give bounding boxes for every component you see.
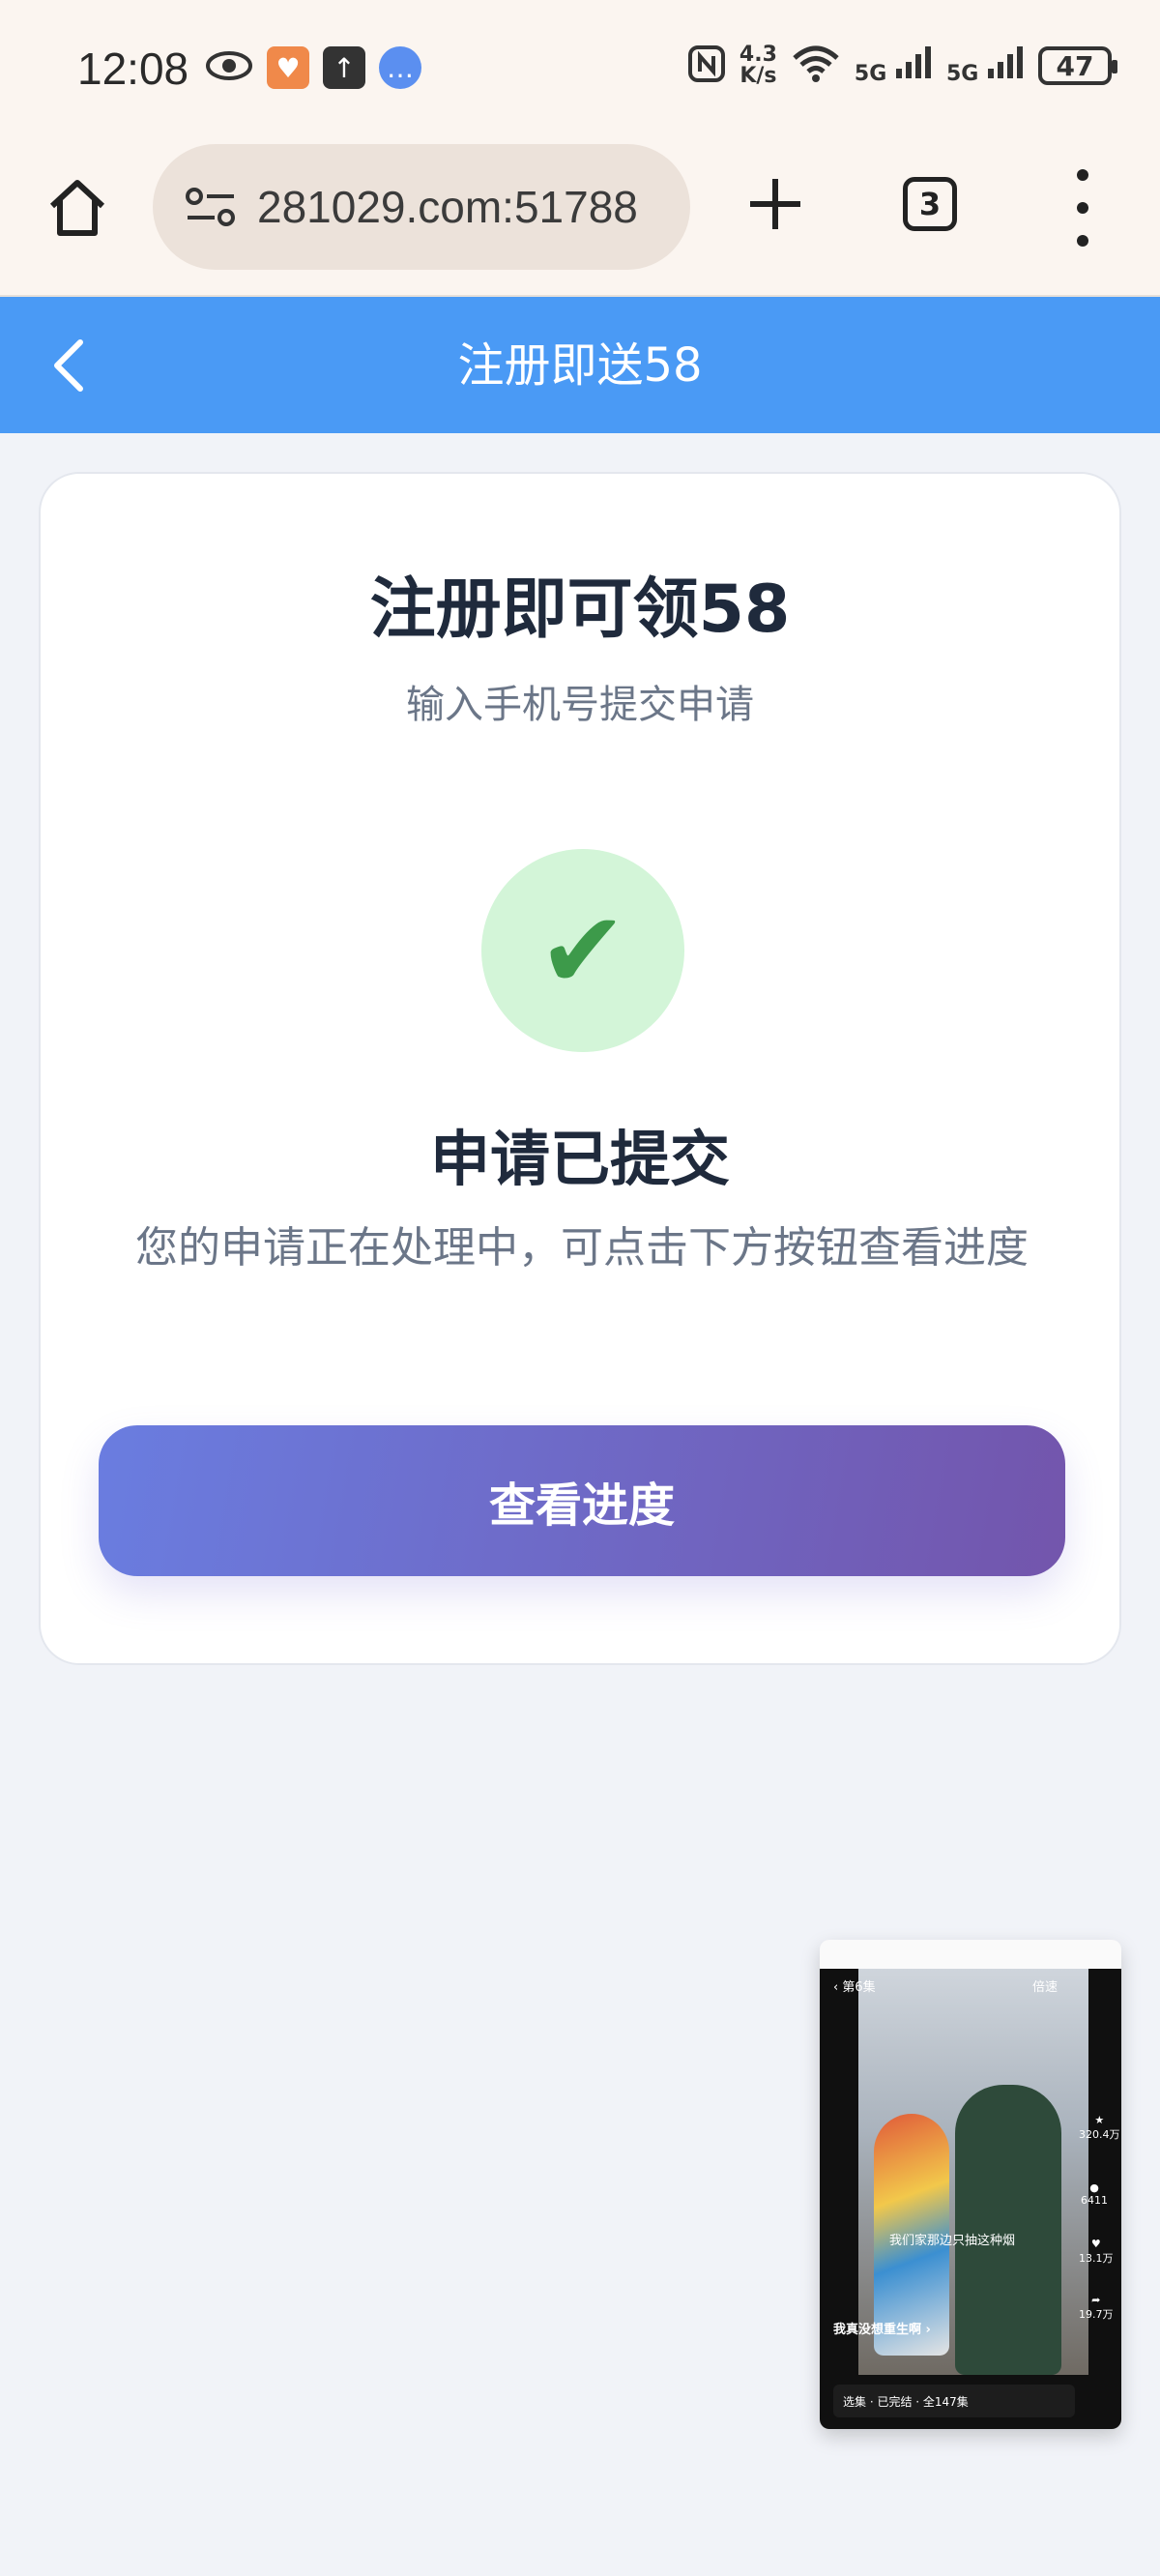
hearts-value: 13.1万 [1079,2252,1114,2265]
comment-count[interactable]: ● 6411 [1081,2181,1108,2207]
card-subtitle: 输入手机号提交申请 [406,683,754,727]
browser-toolbar: 281029.com:51788 3 [0,140,1160,297]
net-speed-value: 4.3 [739,43,777,67]
url-text: 281029.com:51788 [257,182,638,232]
checkmark-icon: ✔ [537,889,628,1012]
dot-icon [1077,235,1088,247]
shares-value: 19.7万 [1079,2308,1114,2321]
tab-count: 3 [918,186,942,222]
system-icons: 4.3 K/s 5G 5G 47 [687,44,1117,87]
success-badge: ✔ [481,849,684,1052]
upload-icon: ↑ [323,46,365,89]
wifi-icon [791,44,841,87]
home-icon [49,180,105,236]
app-header: 注册即送58 [0,297,1160,433]
status-time: 12:08 [77,44,189,94]
star-count: 320.4万 [1079,2128,1120,2141]
heart-icon: ♥ [1090,2238,1101,2250]
net-speed: 4.3 K/s [740,44,777,87]
more-menu-button[interactable] [1063,169,1102,247]
net-speed-unit: K/s [740,64,777,88]
home-button[interactable] [41,171,114,245]
signal-bars-icon [988,46,1023,78]
eye-icon [205,49,253,86]
nfc-icon [687,44,726,87]
floating-video-player[interactable]: ‹ 第6集 倍速 我们家那边只抽这种烟 我真没想重生啊 › ★ 320.4万 ● 6… [820,1940,1121,2429]
message-icon: … [379,46,421,89]
signal-1: 5G [855,45,933,86]
episode-selector-label: 选集 · 已完结 · 全147集 [843,2394,969,2409]
signal-1-label: 5G [854,62,887,86]
status-description: 您的申请正在处理中，可点击下方按钮查看进度 [135,1223,1029,1273]
comment-icon: ● [1089,2181,1099,2194]
episode-text: 第6集 [842,1980,876,1995]
site-settings-icon[interactable] [182,178,240,236]
status-title: 申请已提交 [429,1124,730,1194]
card-title: 注册即可领58 [369,571,791,648]
url-bar[interactable]: 281029.com:51788 [153,144,690,270]
dot-icon [1077,169,1088,181]
speed-button[interactable]: 倍速 [1032,1976,1058,1995]
view-progress-button[interactable]: 查看进度 [99,1425,1065,1576]
series-title[interactable]: 我真没想重生啊 › [833,2319,931,2337]
video-frame[interactable]: ‹ 第6集 倍速 我们家那边只抽这种烟 我真没想重生啊 › ★ 320.4万 ● 6… [820,1969,1121,2429]
video-caption: 我们家那边只抽这种烟 [889,2234,1016,2248]
episode-selector[interactable]: 选集 · 已完结 · 全147集 [833,2385,1075,2417]
share-count[interactable]: ➦ 19.7万 [1079,2294,1114,2322]
plus-icon [750,179,800,229]
speed-label: 倍速 [1032,1980,1058,1995]
signal-bars-icon [895,46,931,78]
signal-2-label: 5G [945,62,979,86]
share-icon: ➦ [1091,2294,1101,2306]
tab-switcher-button[interactable]: 3 [903,177,957,231]
comments-value: 6411 [1081,2194,1108,2207]
status-bar: 12:08 ♥ ↑ … 4.3 K/s 5G 5G 47 [0,0,1160,140]
like-count[interactable]: ★ 320.4万 [1079,2114,1120,2142]
submission-card: 注册即可领58 输入手机号提交申请 ✔ 申请已提交 您的申请正在处理中，可点击下… [39,472,1121,1665]
battery-level: 47 [1056,49,1094,82]
heart-app-icon: ♥ [267,46,309,89]
heart-count[interactable]: ♥ 13.1万 [1079,2238,1114,2266]
episode-label[interactable]: ‹ 第6集 [833,1976,876,1995]
new-tab-button[interactable] [737,165,814,243]
video-scene [858,1969,1088,2375]
battery-icon: 47 [1038,46,1117,85]
notification-icons: ♥ ↑ … [205,46,421,89]
star-icon: ★ [1094,2114,1105,2126]
dot-icon [1077,202,1088,214]
page-title: 注册即送58 [457,338,703,393]
signal-2: 5G [946,45,1025,86]
